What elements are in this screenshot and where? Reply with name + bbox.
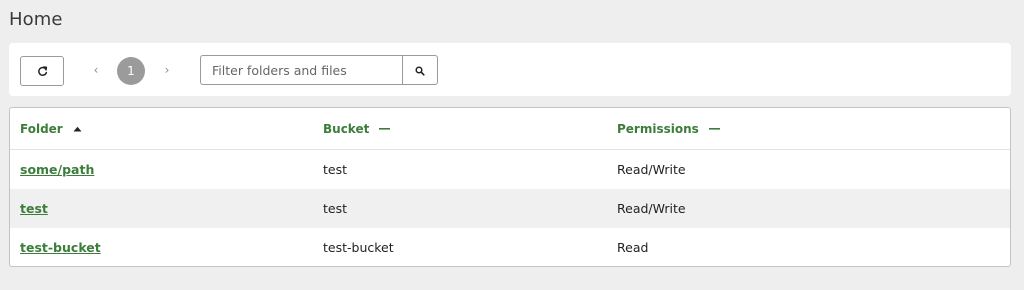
search-button[interactable] <box>402 55 438 85</box>
permissions-cell: Read <box>617 240 649 255</box>
column-header-label: Permissions <box>617 121 699 136</box>
bucket-cell: test-bucket <box>323 240 394 255</box>
pager-prev-button[interactable]: ‹ <box>89 62 103 78</box>
search-input[interactable] <box>200 55 403 85</box>
bucket-cell: test <box>323 201 348 216</box>
folder-link[interactable]: test <box>20 201 48 216</box>
sort-ascending-icon <box>73 126 82 132</box>
column-header-bucket[interactable]: Bucket <box>323 108 391 149</box>
bucket-cell: test <box>323 162 348 177</box>
search-icon <box>415 61 425 80</box>
refresh-button[interactable] <box>20 56 64 86</box>
column-header-label: Folder <box>20 121 63 136</box>
folders-table: Folder Bucket Permissions some/path test… <box>9 107 1011 267</box>
toolbar: ‹ 1 › <box>9 43 1011 96</box>
folder-cell: test-bucket <box>20 228 101 266</box>
page: Home ‹ 1 › Folder <box>0 0 1024 290</box>
sort-none-icon <box>708 127 720 131</box>
refresh-icon <box>37 62 48 81</box>
table-header-row: Folder Bucket Permissions <box>10 108 1010 150</box>
folder-cell: some/path <box>20 150 94 189</box>
pager-next-button[interactable]: › <box>160 62 174 78</box>
folder-link[interactable]: some/path <box>20 162 94 177</box>
table-row: some/path test Read/Write <box>10 150 1010 189</box>
page-title: Home <box>9 9 63 30</box>
permissions-cell: Read/Write <box>617 201 686 216</box>
permissions-cell: Read/Write <box>617 162 686 177</box>
folder-cell: test <box>20 189 48 228</box>
table-row: test-bucket test-bucket Read <box>10 228 1010 266</box>
column-header-label: Bucket <box>323 121 370 136</box>
folder-link[interactable]: test-bucket <box>20 240 101 255</box>
column-header-permissions[interactable]: Permissions <box>617 108 720 149</box>
pager-current-page[interactable]: 1 <box>117 57 145 85</box>
table-row: test test Read/Write <box>10 189 1010 228</box>
column-header-folder[interactable]: Folder <box>20 108 82 149</box>
sort-none-icon <box>379 127 391 131</box>
